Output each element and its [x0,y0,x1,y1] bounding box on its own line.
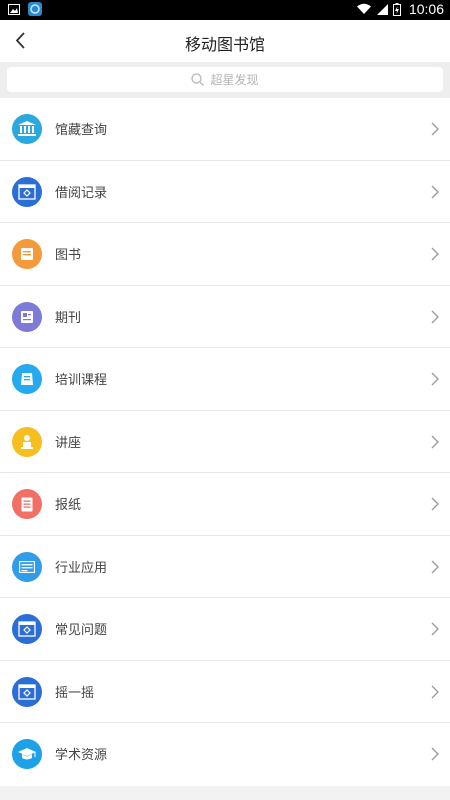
wifi-icon [356,3,371,14]
faq-icon [12,614,42,644]
search-placeholder: 超星发现 [210,73,259,87]
gallery-notification-icon [8,3,20,15]
menu-item-borrow-record[interactable]: 借阅记录 [0,161,450,223]
menu-item-label: 借阅记录 [55,185,108,201]
lecture-icon [12,426,42,457]
chevron-right-icon [431,310,439,323]
menu-item-lectures[interactable]: 讲座 [0,411,450,473]
book-icon [12,239,42,269]
chevron-right-icon [431,122,439,136]
app-notification-icon [28,2,42,16]
chevron-right-icon [431,622,439,636]
status-time: 10:06 [408,1,444,17]
chevron-right-icon [431,497,439,511]
menu-item-label: 培训课程 [55,373,108,388]
search-area: 超星发现 [0,62,450,98]
menu-item-newspapers[interactable]: 报纸 [0,473,450,536]
menu-item-journals[interactable]: 期刊 [0,286,450,348]
menu-item-label: 馆藏查询 [55,123,108,138]
chevron-right-icon [431,247,439,261]
academic-cap-icon [12,739,42,769]
menu-list: 馆藏查询 借阅记录 图书 期刊 培训课程 讲座 报纸 行业应用 常见问题 摇一摇… [0,98,450,786]
industry-app-icon [12,551,42,582]
menu-item-training-courses[interactable]: 培训课程 [0,348,450,411]
chevron-right-icon [431,685,439,698]
chevron-right-icon [431,560,439,573]
chevron-right-icon [431,372,439,386]
menu-item-shake[interactable]: 摇一摇 [0,661,450,723]
search-icon [191,73,205,86]
chevron-right-icon [431,747,439,761]
journal-icon [12,301,42,332]
signal-icon [376,3,388,15]
menu-item-industry-apps[interactable]: 行业应用 [0,536,450,598]
shake-icon [12,676,42,707]
menu-item-label: 常见问题 [55,623,108,638]
menu-item-label: 讲座 [55,435,82,451]
menu-item-label: 摇一摇 [55,685,95,701]
menu-item-label: 图书 [55,248,82,263]
course-icon [12,364,42,394]
menu-item-academic-resources[interactable]: 学术资源 [0,723,450,786]
chevron-right-icon [431,185,439,198]
menu-item-faq[interactable]: 常见问题 [0,598,450,661]
nav-bar: 移动图书馆 [0,20,450,62]
search-input[interactable]: 超星发现 [7,67,443,92]
library-building-icon [12,114,42,144]
menu-item-label: 期刊 [55,310,82,326]
menu-item-label: 报纸 [55,498,82,513]
borrow-record-icon [12,176,42,207]
menu-item-collection-search[interactable]: 馆藏查询 [0,98,450,161]
battery-charging-icon [392,2,401,16]
chevron-right-icon [431,435,439,448]
menu-item-label: 学术资源 [55,748,108,763]
menu-item-books[interactable]: 图书 [0,223,450,286]
page-title: 移动图书馆 [184,35,265,54]
newspaper-icon [12,489,42,519]
status-bar: 10:06 [0,0,450,20]
menu-item-label: 行业应用 [55,560,108,576]
